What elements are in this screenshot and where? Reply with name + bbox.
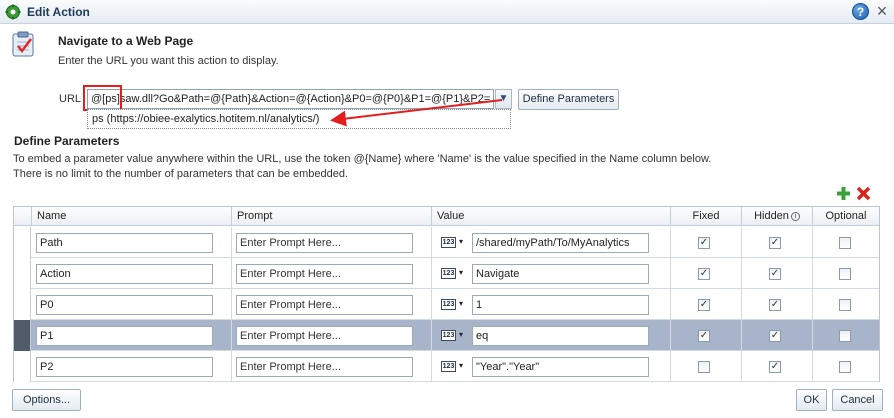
define-parameters-title: Define Parameters xyxy=(14,134,120,148)
fixed-checkbox[interactable]: ✓ xyxy=(698,299,710,311)
name-input[interactable]: P1 xyxy=(36,326,213,346)
check-mark: ✓ xyxy=(699,237,709,248)
action-instruction: Enter the URL you want this action to di… xyxy=(58,55,279,67)
table-header: Name Prompt Value Fixed Hidden i Optional xyxy=(14,207,879,226)
value-input[interactable]: Navigate xyxy=(472,264,649,284)
fixed-checkbox[interactable]: ✓ xyxy=(698,268,710,280)
delete-icon[interactable] xyxy=(856,186,871,201)
optional-checkbox[interactable] xyxy=(839,361,851,373)
check-mark: ✓ xyxy=(770,237,780,248)
optional-checkbox[interactable] xyxy=(839,237,851,249)
clipboard-check-icon xyxy=(12,31,34,57)
check-mark: ✓ xyxy=(770,330,780,341)
numeric-type-icon[interactable]: 123 xyxy=(441,361,456,372)
hidden-checkbox[interactable]: ✓ xyxy=(769,299,781,311)
name-input[interactable]: Path xyxy=(36,233,213,253)
row-selector[interactable] xyxy=(14,227,31,258)
check-mark: ✓ xyxy=(699,299,709,310)
header-prompt: Prompt xyxy=(231,207,431,226)
prompt-input[interactable]: Enter Prompt Here... xyxy=(236,326,413,346)
url-dropdown-button[interactable]: ▼ xyxy=(495,89,512,109)
table-row[interactable]: Action Enter Prompt Here... 123 ▾ Navigate ✓ ✓ xyxy=(14,258,879,289)
chevron-down-icon[interactable]: ▾ xyxy=(459,361,463,370)
chevron-down-icon[interactable]: ▾ xyxy=(459,299,463,308)
options-button[interactable]: Options... xyxy=(12,389,81,411)
row-selector[interactable] xyxy=(14,289,31,320)
row-selector[interactable] xyxy=(14,258,31,289)
dialog-title-bar: Edit Action ? × xyxy=(0,0,894,24)
numeric-type-icon[interactable]: 123 xyxy=(441,330,456,341)
ok-button[interactable]: OK xyxy=(796,389,827,411)
close-icon[interactable]: × xyxy=(874,2,890,20)
prompt-input[interactable]: Enter Prompt Here... xyxy=(236,233,413,253)
hidden-checkbox[interactable]: ✓ xyxy=(769,330,781,342)
url-input[interactable]: @[ps]saw.dll?Go&Path=@{Path}&Action=@{Ac… xyxy=(87,89,494,109)
parameters-description-line1: To embed a parameter value anywhere with… xyxy=(13,153,712,165)
value-input[interactable]: "Year"."Year" xyxy=(472,357,649,377)
check-mark: ✓ xyxy=(770,268,780,279)
action-heading: Navigate to a Web Page xyxy=(58,34,194,48)
value-input[interactable]: 1 xyxy=(472,295,649,315)
prompt-input[interactable]: Enter Prompt Here... xyxy=(236,357,413,377)
optional-checkbox[interactable] xyxy=(839,330,851,342)
cancel-button[interactable]: Cancel xyxy=(832,389,883,411)
parameters-table: Name Prompt Value Fixed Hidden i Optional… xyxy=(13,206,880,382)
fixed-checkbox[interactable]: ✓ xyxy=(698,330,710,342)
name-input[interactable]: P0 xyxy=(36,295,213,315)
check-mark: ✓ xyxy=(770,361,780,372)
add-icon[interactable] xyxy=(836,186,851,201)
dialog-title: Edit Action xyxy=(27,5,90,19)
name-input[interactable]: P2 xyxy=(36,357,213,377)
prompt-input[interactable]: Enter Prompt Here... xyxy=(236,264,413,284)
info-icon[interactable]: i xyxy=(790,211,800,221)
chevron-down-icon[interactable]: ▾ xyxy=(459,237,463,246)
chevron-down-icon[interactable]: ▾ xyxy=(459,268,463,277)
prompt-input[interactable]: Enter Prompt Here... xyxy=(236,295,413,315)
header-name: Name xyxy=(31,207,231,226)
row-selector[interactable] xyxy=(14,320,31,351)
define-parameters-button[interactable]: Define Parameters xyxy=(518,89,619,110)
table-row[interactable]: P2 Enter Prompt Here... 123 ▾ "Year"."Year" ✓ xyxy=(14,351,879,382)
check-mark: ✓ xyxy=(699,330,709,341)
row-selector[interactable] xyxy=(14,351,31,382)
fixed-checkbox[interactable]: ✓ xyxy=(698,237,710,249)
hidden-checkbox[interactable]: ✓ xyxy=(769,268,781,280)
optional-checkbox[interactable] xyxy=(839,299,851,311)
header-hidden-label: Hidden xyxy=(754,210,789,222)
check-mark: ✓ xyxy=(699,268,709,279)
header-value: Value xyxy=(431,207,670,226)
value-input[interactable]: /shared/myPath/To/MyAnalytics xyxy=(472,233,649,253)
url-suggestion-item[interactable]: ps (https://obiee-exalytics.hotitem.nl/a… xyxy=(87,109,511,129)
chevron-down-icon[interactable]: ▾ xyxy=(459,330,463,339)
check-mark: ✓ xyxy=(770,299,780,310)
hidden-checkbox[interactable]: ✓ xyxy=(769,237,781,249)
name-input[interactable]: Action xyxy=(36,264,213,284)
numeric-type-icon[interactable]: 123 xyxy=(441,237,456,248)
optional-checkbox[interactable] xyxy=(839,268,851,280)
header-fixed: Fixed xyxy=(670,207,741,226)
help-icon[interactable]: ? xyxy=(852,3,869,20)
value-input[interactable]: eq xyxy=(472,326,649,346)
table-row[interactable]: P1 Enter Prompt Here... 123 ▾ eq ✓ ✓ xyxy=(14,320,879,351)
table-row[interactable]: Path Enter Prompt Here... 123 ▾ /shared/myPa… xyxy=(14,227,879,258)
fixed-checkbox[interactable] xyxy=(698,361,710,373)
header-optional: Optional xyxy=(812,207,879,226)
numeric-type-icon[interactable]: 123 xyxy=(441,268,456,279)
table-row[interactable]: P0 Enter Prompt Here... 123 ▾ 1 ✓ ✓ xyxy=(14,289,879,320)
parameters-description-line2: There is no limit to the number of param… xyxy=(13,168,349,180)
hidden-checkbox[interactable]: ✓ xyxy=(769,361,781,373)
header-hidden: Hidden i xyxy=(741,207,812,226)
url-label: URL xyxy=(59,93,82,105)
numeric-type-icon[interactable]: 123 xyxy=(441,299,456,310)
gear-icon xyxy=(5,4,21,20)
